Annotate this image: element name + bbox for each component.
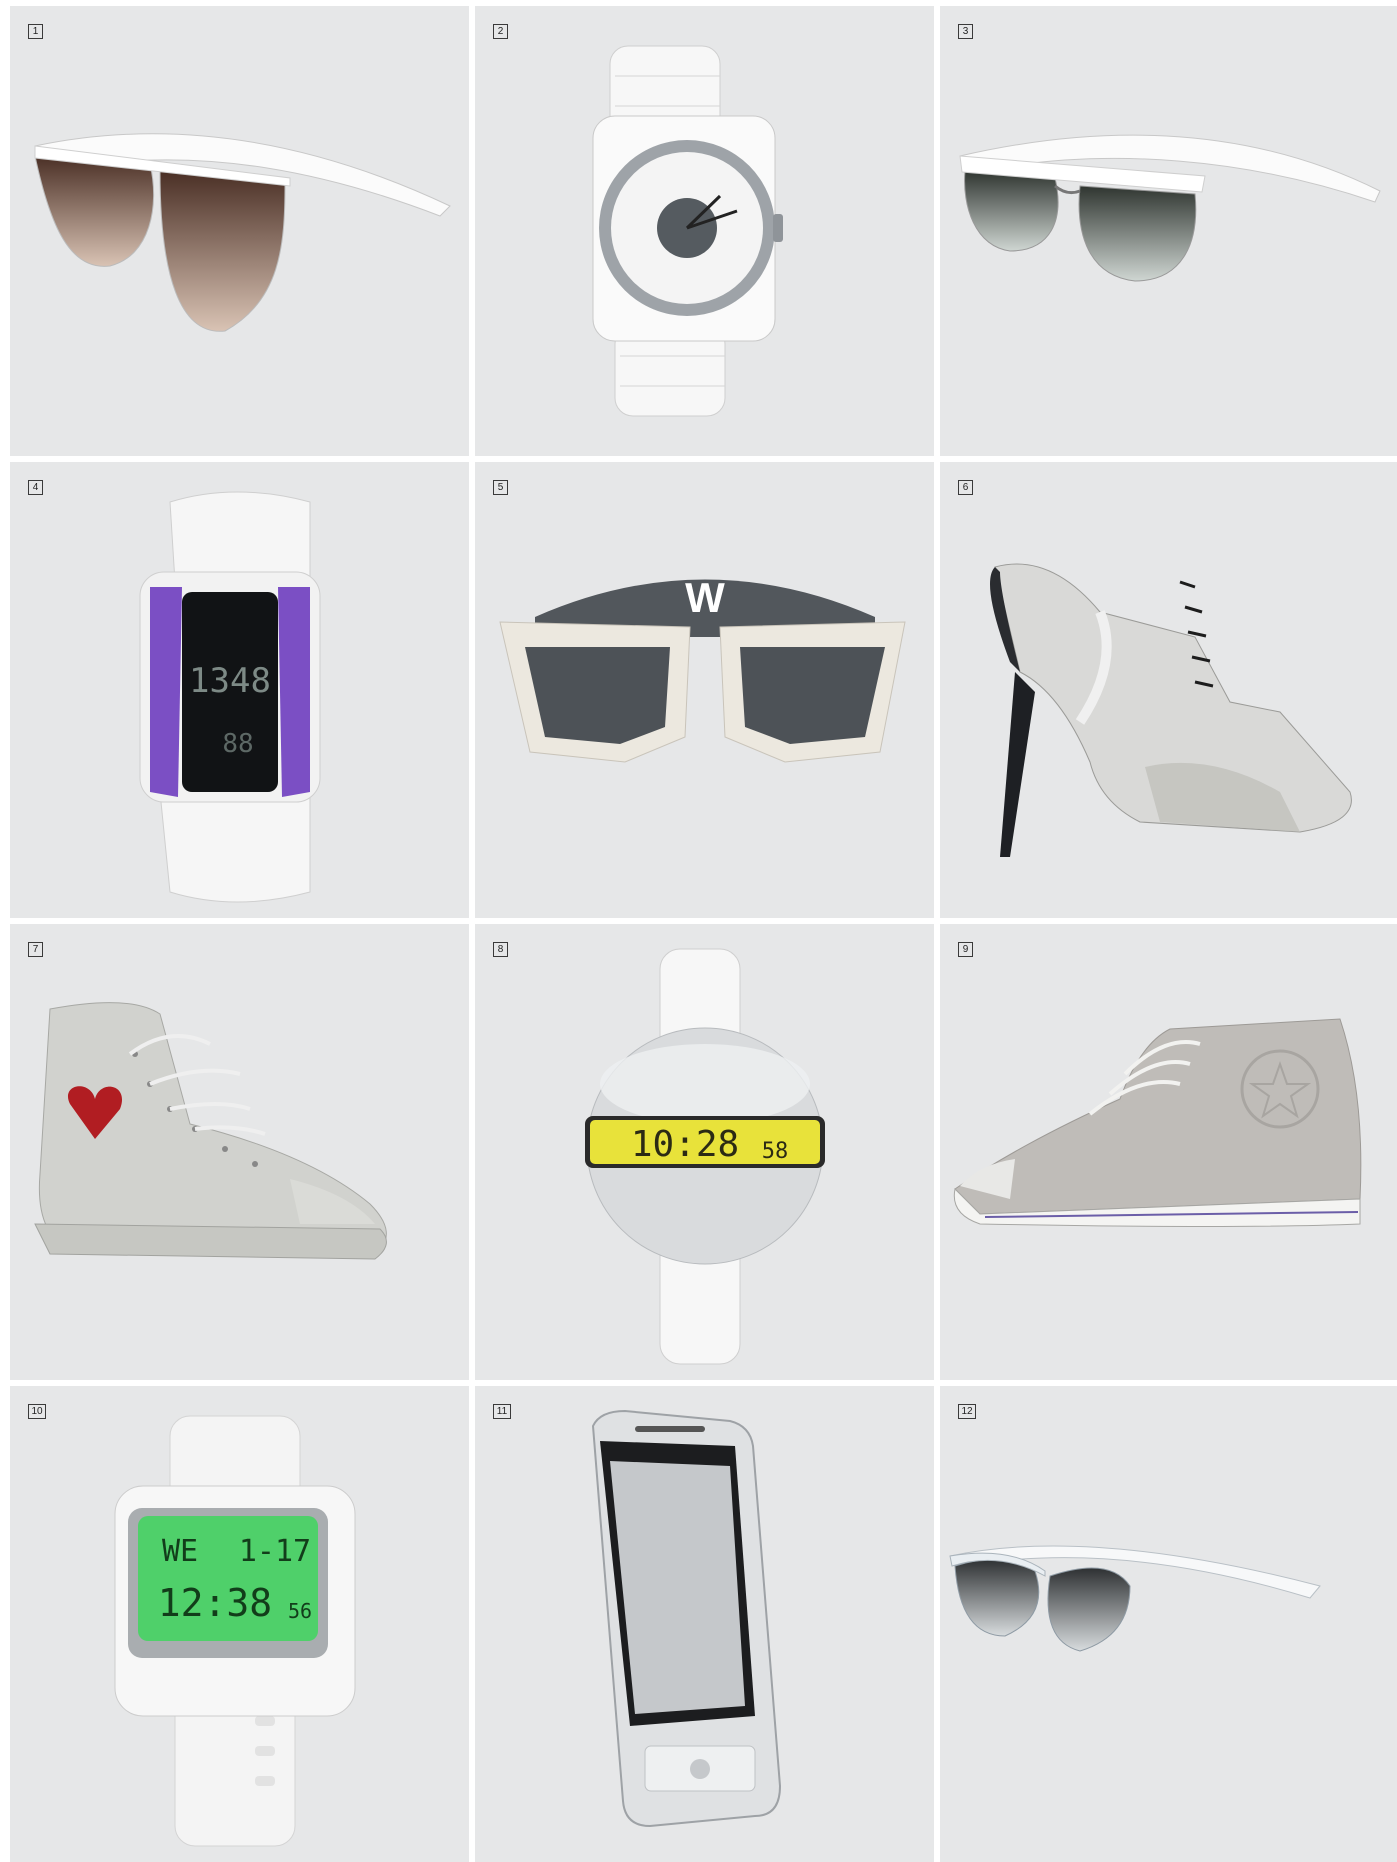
svg-text:88: 88 xyxy=(222,729,253,759)
product-tile-3: 3 xyxy=(940,6,1397,456)
smartphone-icon xyxy=(591,1409,782,1828)
svg-text:58: 58 xyxy=(762,1139,789,1164)
svg-text:1348: 1348 xyxy=(189,661,271,701)
high-heel-shoe-icon xyxy=(990,563,1352,857)
svg-text:56: 56 xyxy=(288,1599,312,1623)
product-tile-5: 5 W xyxy=(475,462,934,918)
digital-watch-icon: 10:28 58 xyxy=(585,948,825,1365)
product-tile-2: 2 xyxy=(475,6,934,456)
sunglasses-icon xyxy=(949,1545,1321,1652)
product-tile-12: 12 xyxy=(940,1386,1397,1862)
sneaker-icon xyxy=(34,1002,387,1260)
product-tile-7: 7 xyxy=(10,924,469,1380)
wedge-sneaker-icon xyxy=(953,1018,1362,1227)
product-tile-6: 6 xyxy=(940,462,1397,918)
product-grid: 1 2 3 4 1348 88 5 W 6 7 8 10:28 58 9 10 … xyxy=(10,6,1397,1862)
sunglasses-icon xyxy=(959,134,1381,282)
product-tile-8: 8 10:28 58 xyxy=(475,924,934,1380)
product-tile-10: 10 WE 1-17 12:38 56 xyxy=(10,1386,469,1862)
svg-text:WE: WE xyxy=(162,1534,198,1569)
digital-watch-icon: 1348 88 xyxy=(139,491,321,903)
brand-logo: W xyxy=(685,574,725,621)
svg-text:12:38: 12:38 xyxy=(158,1581,272,1625)
sunglasses-icon xyxy=(34,133,451,332)
analog-watch-icon xyxy=(592,45,783,417)
product-tile-1: 1 xyxy=(10,6,469,456)
product-tile-4: 4 1348 88 xyxy=(10,462,469,918)
svg-text:10:28: 10:28 xyxy=(631,1124,739,1165)
sunglasses-icon: W xyxy=(499,574,906,763)
product-tile-11: 11 xyxy=(475,1386,934,1862)
product-tile-9: 9 xyxy=(940,924,1397,1380)
svg-text:1-17: 1-17 xyxy=(239,1534,311,1569)
digital-watch-icon: WE 1-17 12:38 56 xyxy=(114,1415,356,1847)
